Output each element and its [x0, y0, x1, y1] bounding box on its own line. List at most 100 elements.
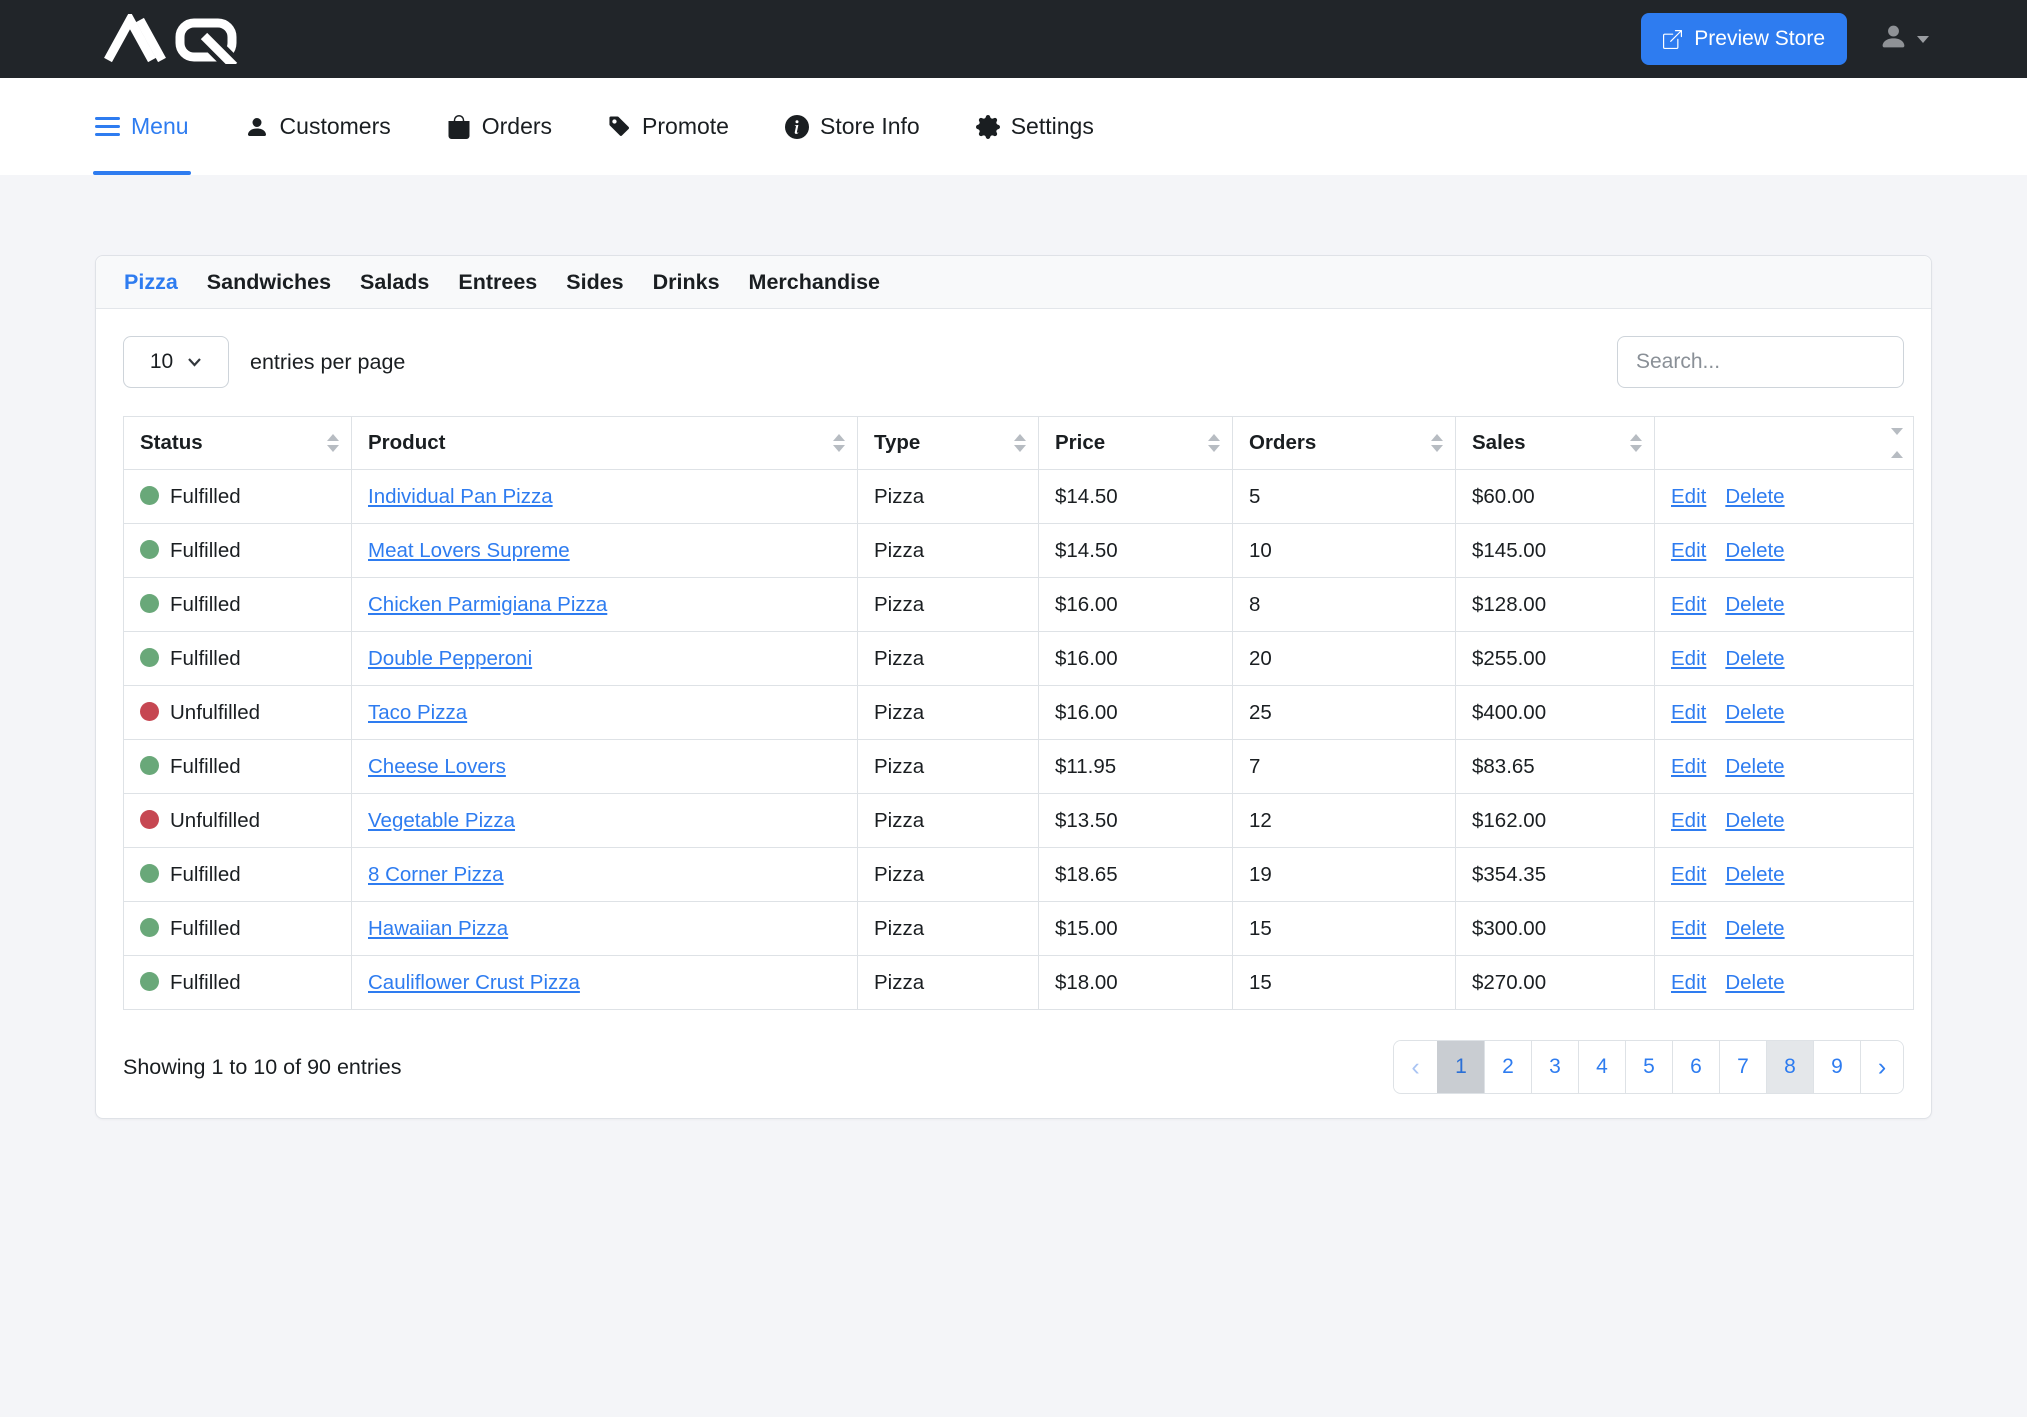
table-row: FulfilledChicken Parmigiana PizzaPizza$1… — [124, 578, 1914, 632]
tab-salads[interactable]: Salads — [360, 270, 429, 295]
external-link-icon — [1663, 30, 1682, 49]
price-cell: $13.50 — [1039, 794, 1233, 848]
pagination-page-1[interactable]: 1 — [1437, 1041, 1484, 1093]
pagination-page-6[interactable]: 6 — [1672, 1041, 1719, 1093]
sales-cell: $400.00 — [1456, 686, 1655, 740]
edit-link[interactable]: Edit — [1671, 647, 1706, 670]
nav-item-customers[interactable]: Customers — [245, 78, 391, 175]
actions-cell: Edit Delete — [1655, 902, 1914, 956]
orders-cell: 15 — [1233, 902, 1456, 956]
orders-cell: 19 — [1233, 848, 1456, 902]
product-link[interactable]: 8 Corner Pizza — [368, 863, 504, 886]
column-header-price[interactable]: Price — [1039, 417, 1233, 470]
product-link[interactable]: Taco Pizza — [368, 701, 467, 724]
product-link[interactable]: Double Pepperoni — [368, 647, 532, 670]
table-row: FulfilledHawaiian PizzaPizza$15.0015$300… — [124, 902, 1914, 956]
type-cell: Pizza — [858, 848, 1039, 902]
delete-link[interactable]: Delete — [1725, 809, 1784, 832]
edit-link[interactable]: Edit — [1671, 971, 1706, 994]
delete-link[interactable]: Delete — [1725, 593, 1784, 616]
actions-cell: Edit Delete — [1655, 956, 1914, 1010]
edit-link[interactable]: Edit — [1671, 863, 1706, 886]
fulfilled-dot-icon — [140, 864, 159, 883]
delete-link[interactable]: Delete — [1725, 755, 1784, 778]
table-row: FulfilledMeat Lovers SupremePizza$14.501… — [124, 524, 1914, 578]
card-body: 10 entries per page StatusProductTypePri… — [96, 309, 1931, 1118]
delete-link[interactable]: Delete — [1725, 647, 1784, 670]
table-row: UnfulfilledVegetable PizzaPizza$13.5012$… — [124, 794, 1914, 848]
delete-link[interactable]: Delete — [1725, 917, 1784, 940]
nav-item-store-info[interactable]: Store Info — [785, 78, 920, 175]
column-header-status[interactable]: Status — [124, 417, 352, 470]
nav-item-settings[interactable]: Settings — [976, 78, 1094, 175]
nav-item-orders[interactable]: Orders — [447, 78, 552, 175]
product-link[interactable]: Chicken Parmigiana Pizza — [368, 593, 607, 616]
entries-per-page-label: entries per page — [250, 350, 405, 375]
status-cell: Fulfilled — [124, 632, 352, 686]
delete-link[interactable]: Delete — [1725, 971, 1784, 994]
pagination-page-9[interactable]: 9 — [1813, 1041, 1860, 1093]
tab-sandwiches[interactable]: Sandwiches — [207, 270, 331, 295]
tab-entrees[interactable]: Entrees — [458, 270, 537, 295]
tab-merchandise[interactable]: Merchandise — [749, 270, 880, 295]
account-menu[interactable] — [1879, 22, 1929, 56]
tab-drinks[interactable]: Drinks — [653, 270, 720, 295]
product-link[interactable]: Meat Lovers Supreme — [368, 539, 570, 562]
pagination-page-7[interactable]: 7 — [1719, 1041, 1766, 1093]
preview-store-button[interactable]: Preview Store — [1641, 13, 1847, 65]
product-cell: Double Pepperoni — [352, 632, 858, 686]
search-input[interactable] — [1617, 336, 1904, 388]
column-header-product[interactable]: Product — [352, 417, 858, 470]
pagination-page-8[interactable]: 8 — [1766, 1041, 1813, 1093]
status-label: Fulfilled — [170, 647, 241, 670]
nav-item-promote[interactable]: Promote — [608, 78, 729, 175]
actions-cell: Edit Delete — [1655, 578, 1914, 632]
actions-cell: Edit Delete — [1655, 686, 1914, 740]
edit-link[interactable]: Edit — [1671, 593, 1706, 616]
tag-icon — [608, 115, 631, 138]
column-header-orders[interactable]: Orders — [1233, 417, 1456, 470]
status-label: Fulfilled — [170, 593, 241, 616]
table-row: FulfilledDouble PepperoniPizza$16.0020$2… — [124, 632, 1914, 686]
nav-item-menu[interactable]: Menu — [95, 78, 189, 175]
fulfilled-dot-icon — [140, 648, 159, 667]
edit-link[interactable]: Edit — [1671, 485, 1706, 508]
pagination-page-2[interactable]: 2 — [1484, 1041, 1531, 1093]
brand-logo[interactable] — [95, 14, 253, 64]
entries-per-page-select[interactable]: 10 — [123, 336, 229, 388]
product-link[interactable]: Cheese Lovers — [368, 755, 506, 778]
pagination-page-3[interactable]: 3 — [1531, 1041, 1578, 1093]
edit-link[interactable]: Edit — [1671, 701, 1706, 724]
orders-cell: 8 — [1233, 578, 1456, 632]
fulfilled-dot-icon — [140, 594, 159, 613]
price-cell: $14.50 — [1039, 470, 1233, 524]
column-header-type[interactable]: Type — [858, 417, 1039, 470]
pagination-prev-button[interactable]: ‹ — [1394, 1041, 1437, 1093]
pagination-page-5[interactable]: 5 — [1625, 1041, 1672, 1093]
edit-link[interactable]: Edit — [1671, 755, 1706, 778]
actions-cell: Edit Delete — [1655, 848, 1914, 902]
sort-icon — [1208, 434, 1220, 452]
pagination-next-button[interactable]: › — [1860, 1041, 1903, 1093]
column-header-actions[interactable] — [1655, 417, 1914, 470]
edit-link[interactable]: Edit — [1671, 539, 1706, 562]
product-link[interactable]: Hawaiian Pizza — [368, 917, 508, 940]
edit-link[interactable]: Edit — [1671, 917, 1706, 940]
delete-link[interactable]: Delete — [1725, 485, 1784, 508]
status-cell: Fulfilled — [124, 524, 352, 578]
type-cell: Pizza — [858, 524, 1039, 578]
product-cell: Cauliflower Crust Pizza — [352, 956, 858, 1010]
status-cell: Fulfilled — [124, 902, 352, 956]
column-header-sales[interactable]: Sales — [1456, 417, 1655, 470]
price-cell: $18.65 — [1039, 848, 1233, 902]
edit-link[interactable]: Edit — [1671, 809, 1706, 832]
tab-pizza[interactable]: Pizza — [124, 270, 178, 295]
product-link[interactable]: Individual Pan Pizza — [368, 485, 553, 508]
product-link[interactable]: Cauliflower Crust Pizza — [368, 971, 580, 994]
pagination-page-4[interactable]: 4 — [1578, 1041, 1625, 1093]
product-link[interactable]: Vegetable Pizza — [368, 809, 515, 832]
delete-link[interactable]: Delete — [1725, 701, 1784, 724]
delete-link[interactable]: Delete — [1725, 863, 1784, 886]
delete-link[interactable]: Delete — [1725, 539, 1784, 562]
tab-sides[interactable]: Sides — [566, 270, 623, 295]
